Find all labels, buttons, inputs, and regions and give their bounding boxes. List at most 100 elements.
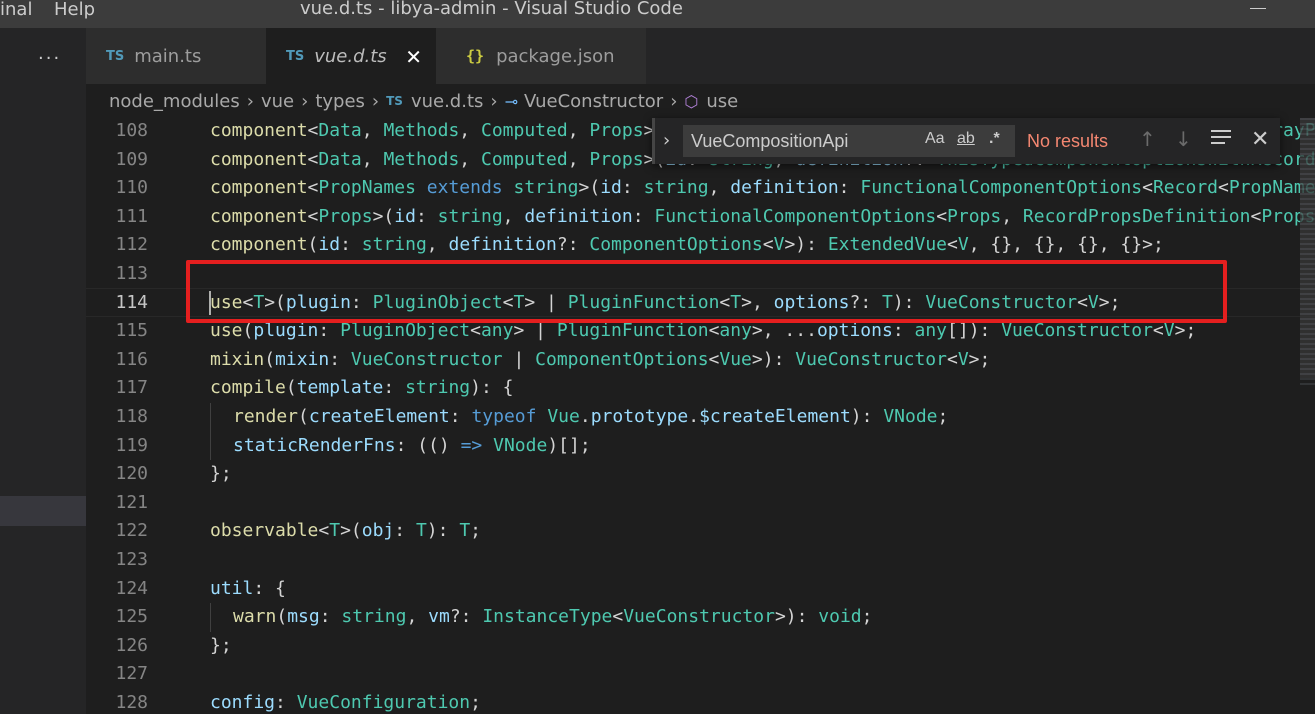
code-token: component: [210, 148, 308, 170]
code-token: PluginObject: [340, 320, 471, 342]
code-token: :: [319, 606, 342, 628]
code-line[interactable]: 110 component<PropNames extends string>(i…: [86, 174, 1315, 203]
indent-guide: [210, 431, 211, 461]
code-token: vm: [428, 606, 450, 628]
code-token: >(: [578, 177, 601, 199]
code-token: Data: [318, 148, 362, 170]
code-token: <: [708, 320, 720, 342]
tab-label: package.json: [496, 45, 615, 67]
code-token: VueConstructor: [350, 348, 503, 370]
code-text: };: [210, 460, 232, 489]
code-line[interactable]: 127: [86, 660, 1315, 689]
code-token: Props: [589, 148, 644, 170]
code-editor[interactable]: 108 component<Data, Methods, Computed, Pr…: [86, 118, 1315, 714]
regex-toggle[interactable]: .*: [989, 130, 1000, 148]
code-line[interactable]: 124 util: {: [86, 575, 1315, 604]
breadcrumb-member[interactable]: use: [706, 91, 738, 112]
code-line[interactable]: 125 warn(msg: string, vm?: InstanceType<V…: [86, 603, 1315, 632]
code-token: :: [394, 520, 416, 542]
code-line[interactable]: 119 staticRenderFns: (() => VNode)[];: [86, 431, 1315, 461]
code-line[interactable]: 118 render(createElement: typeof Vue.prot…: [86, 403, 1315, 432]
code-token: >, ...: [751, 320, 817, 342]
menu-help[interactable]: Help: [54, 0, 95, 20]
code-token: :: [621, 177, 644, 199]
code-token: <: [1250, 205, 1262, 227]
line-number: 128: [115, 692, 148, 713]
code-line[interactable]: 120};: [86, 460, 1315, 489]
match-case-toggle[interactable]: Aa: [925, 130, 945, 148]
code-token: observable: [210, 520, 319, 542]
code-line[interactable]: 128 config: VueConfiguration;: [86, 689, 1315, 714]
line-number: 118: [115, 406, 148, 427]
code-token: >):: [751, 348, 796, 370]
code-token: Record: [1152, 177, 1218, 199]
breadcrumb-item[interactable]: types: [315, 91, 365, 112]
breadcrumb-symbol[interactable]: VueConstructor: [524, 91, 663, 112]
code-token: (: [242, 320, 254, 342]
tab-label: main.ts: [134, 45, 202, 67]
code-line[interactable]: 117 compile(template: string): {: [86, 374, 1315, 403]
code-token: (: [298, 406, 309, 427]
toggle-replace-icon[interactable]: ›: [663, 130, 670, 151]
code-token: void: [818, 606, 862, 628]
code-token: >;: [1174, 320, 1197, 342]
code-token: (: [276, 606, 288, 628]
breadcrumb-item[interactable]: vue: [261, 91, 294, 112]
breadcrumb-item[interactable]: node_modules: [109, 91, 240, 112]
next-match-icon[interactable]: ↓: [1175, 127, 1192, 151]
line-number: 127: [115, 663, 148, 685]
close-icon[interactable]: ✕: [405, 45, 422, 69]
code-token: PropNames: [318, 177, 416, 199]
line-number: 108: [115, 120, 148, 141]
menu-terminal[interactable]: inal: [0, 0, 32, 20]
code-token: <: [470, 320, 481, 342]
minimize-icon[interactable]: [1250, 8, 1266, 9]
find-in-selection-icon[interactable]: [1211, 130, 1231, 148]
code-token: <: [307, 177, 319, 199]
code-line[interactable]: 121: [86, 489, 1315, 518]
code-token: : {: [253, 577, 286, 599]
breadcrumb-file[interactable]: vue.d.ts: [411, 91, 483, 112]
code-token: InstanceType: [482, 606, 613, 628]
code-text: compile(template: string): {: [210, 374, 513, 403]
code-token: string: [513, 177, 579, 199]
code-token: ,: [406, 606, 429, 628]
code-line[interactable]: 111 component<Props>(id: string, definiti…: [86, 203, 1315, 232]
chevron-right-icon: ›: [246, 90, 254, 112]
line-number: 110: [115, 177, 148, 199]
code-token: :: [329, 348, 351, 370]
code-token: ?:: [556, 234, 590, 256]
line-number: 109: [115, 148, 148, 170]
previous-match-icon[interactable]: ↑: [1139, 127, 1156, 151]
tab-main-ts[interactable]: TS main.ts: [86, 28, 266, 84]
code-token: VueConstructor: [795, 348, 947, 370]
close-icon[interactable]: ✕: [1251, 127, 1269, 152]
code-token: Props: [318, 205, 373, 227]
code-text: component(id: string, definition?: Compo…: [210, 231, 1164, 260]
code-token: ,: [567, 148, 590, 170]
more-actions-icon[interactable]: ···: [38, 48, 61, 69]
scrollbar-slider[interactable]: [1300, 118, 1315, 378]
code-token: Methods: [383, 120, 460, 141]
code-line[interactable]: 123: [86, 546, 1315, 575]
code-line[interactable]: 122 observable<T>(obj: T): T;: [86, 517, 1315, 546]
code-line[interactable]: 112 component(id: string, definition?: Co…: [86, 231, 1315, 260]
tab-vue-d-ts[interactable]: TS vue.d.ts ✕: [266, 28, 436, 84]
code-token: Methods: [383, 148, 460, 170]
code-token: >(: [372, 205, 395, 227]
line-number: 120: [115, 463, 148, 485]
code-token: definition: [524, 205, 633, 227]
sidebar-selected-item[interactable]: [0, 496, 86, 526]
tab-package-json[interactable]: {} package.json: [436, 28, 646, 84]
code-line[interactable]: 116 mixin(mixin: VueConstructor | Compone…: [86, 346, 1315, 375]
code-text: mixin(mixin: VueConstructor | ComponentO…: [210, 346, 990, 375]
whole-word-toggle[interactable]: ab: [957, 130, 975, 148]
code-line[interactable]: 126};: [86, 632, 1315, 661]
code-text: staticRenderFns: (() => VNode)[];: [233, 432, 591, 461]
code-line[interactable]: 115 use(plugin: PluginObject<any> | Plugi…: [86, 317, 1315, 346]
code-line[interactable]: 113: [86, 260, 1315, 289]
code-token: $createElement: [699, 406, 851, 427]
code-token: V: [957, 348, 969, 370]
